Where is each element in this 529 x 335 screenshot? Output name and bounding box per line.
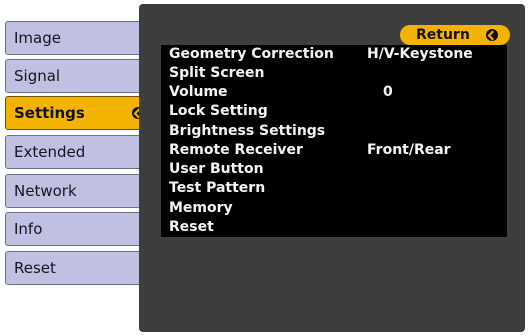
menu-item-value: Front/Rear — [367, 142, 451, 158]
menu-item-label: Brightness Settings — [169, 123, 326, 139]
menu-item-label: User Button — [169, 161, 264, 177]
tab-image[interactable]: Image — [5, 21, 145, 55]
tab-extended[interactable]: Extended — [5, 135, 145, 169]
menu-item-remote-receiver[interactable]: Remote Receiver Front/Rear — [161, 141, 507, 160]
menu-item-label: Reset — [169, 219, 214, 235]
menu-item-label: Lock Setting — [169, 103, 268, 119]
tab-label: Reset — [14, 259, 56, 277]
tab-label: Image — [14, 29, 61, 47]
menu-item-lock-setting[interactable]: Lock Setting — [161, 102, 507, 121]
menu-item-value: 0 — [383, 84, 393, 100]
menu-item-label: Volume — [169, 84, 228, 100]
menu-item-test-pattern[interactable]: Test Pattern — [161, 179, 507, 198]
tab-label: Network — [14, 182, 77, 200]
tab-settings[interactable]: Settings — [5, 96, 153, 130]
tab-label: Extended — [14, 143, 86, 161]
tab-label: Signal — [14, 67, 61, 85]
menu-item-label: Test Pattern — [169, 180, 266, 196]
tab-reset[interactable]: Reset — [5, 251, 145, 285]
menu-item-label: Remote Receiver — [169, 142, 303, 158]
menu-item-value: H/V-Keystone — [367, 46, 473, 62]
menu-item-memory[interactable]: Memory — [161, 199, 507, 218]
menu-item-user-button[interactable]: User Button — [161, 160, 507, 179]
settings-list: Geometry Correction H/V-Keystone Split S… — [161, 45, 507, 237]
tab-label: Settings — [14, 104, 85, 122]
tab-signal[interactable]: Signal — [5, 59, 145, 93]
menu-item-label: Memory — [169, 200, 233, 216]
menu-item-label: Split Screen — [169, 65, 265, 81]
projector-menu-screen: Image Signal Settings Extended Network I… — [0, 0, 529, 335]
menu-item-split-screen[interactable]: Split Screen — [161, 64, 507, 83]
menu-item-brightness-settings[interactable]: Brightness Settings — [161, 122, 507, 141]
tab-info[interactable]: Info — [5, 212, 145, 246]
menu-item-label: Geometry Correction — [169, 46, 334, 62]
tab-network[interactable]: Network — [5, 174, 145, 208]
return-label: Return — [416, 27, 470, 43]
return-button[interactable]: Return — [400, 25, 510, 45]
enter-icon — [486, 29, 498, 41]
menu-item-reset[interactable]: Reset — [161, 218, 507, 237]
menu-item-volume[interactable]: Volume 0 — [161, 83, 507, 102]
menu-item-geometry-correction[interactable]: Geometry Correction H/V-Keystone — [161, 45, 507, 64]
tab-label: Info — [14, 220, 43, 238]
